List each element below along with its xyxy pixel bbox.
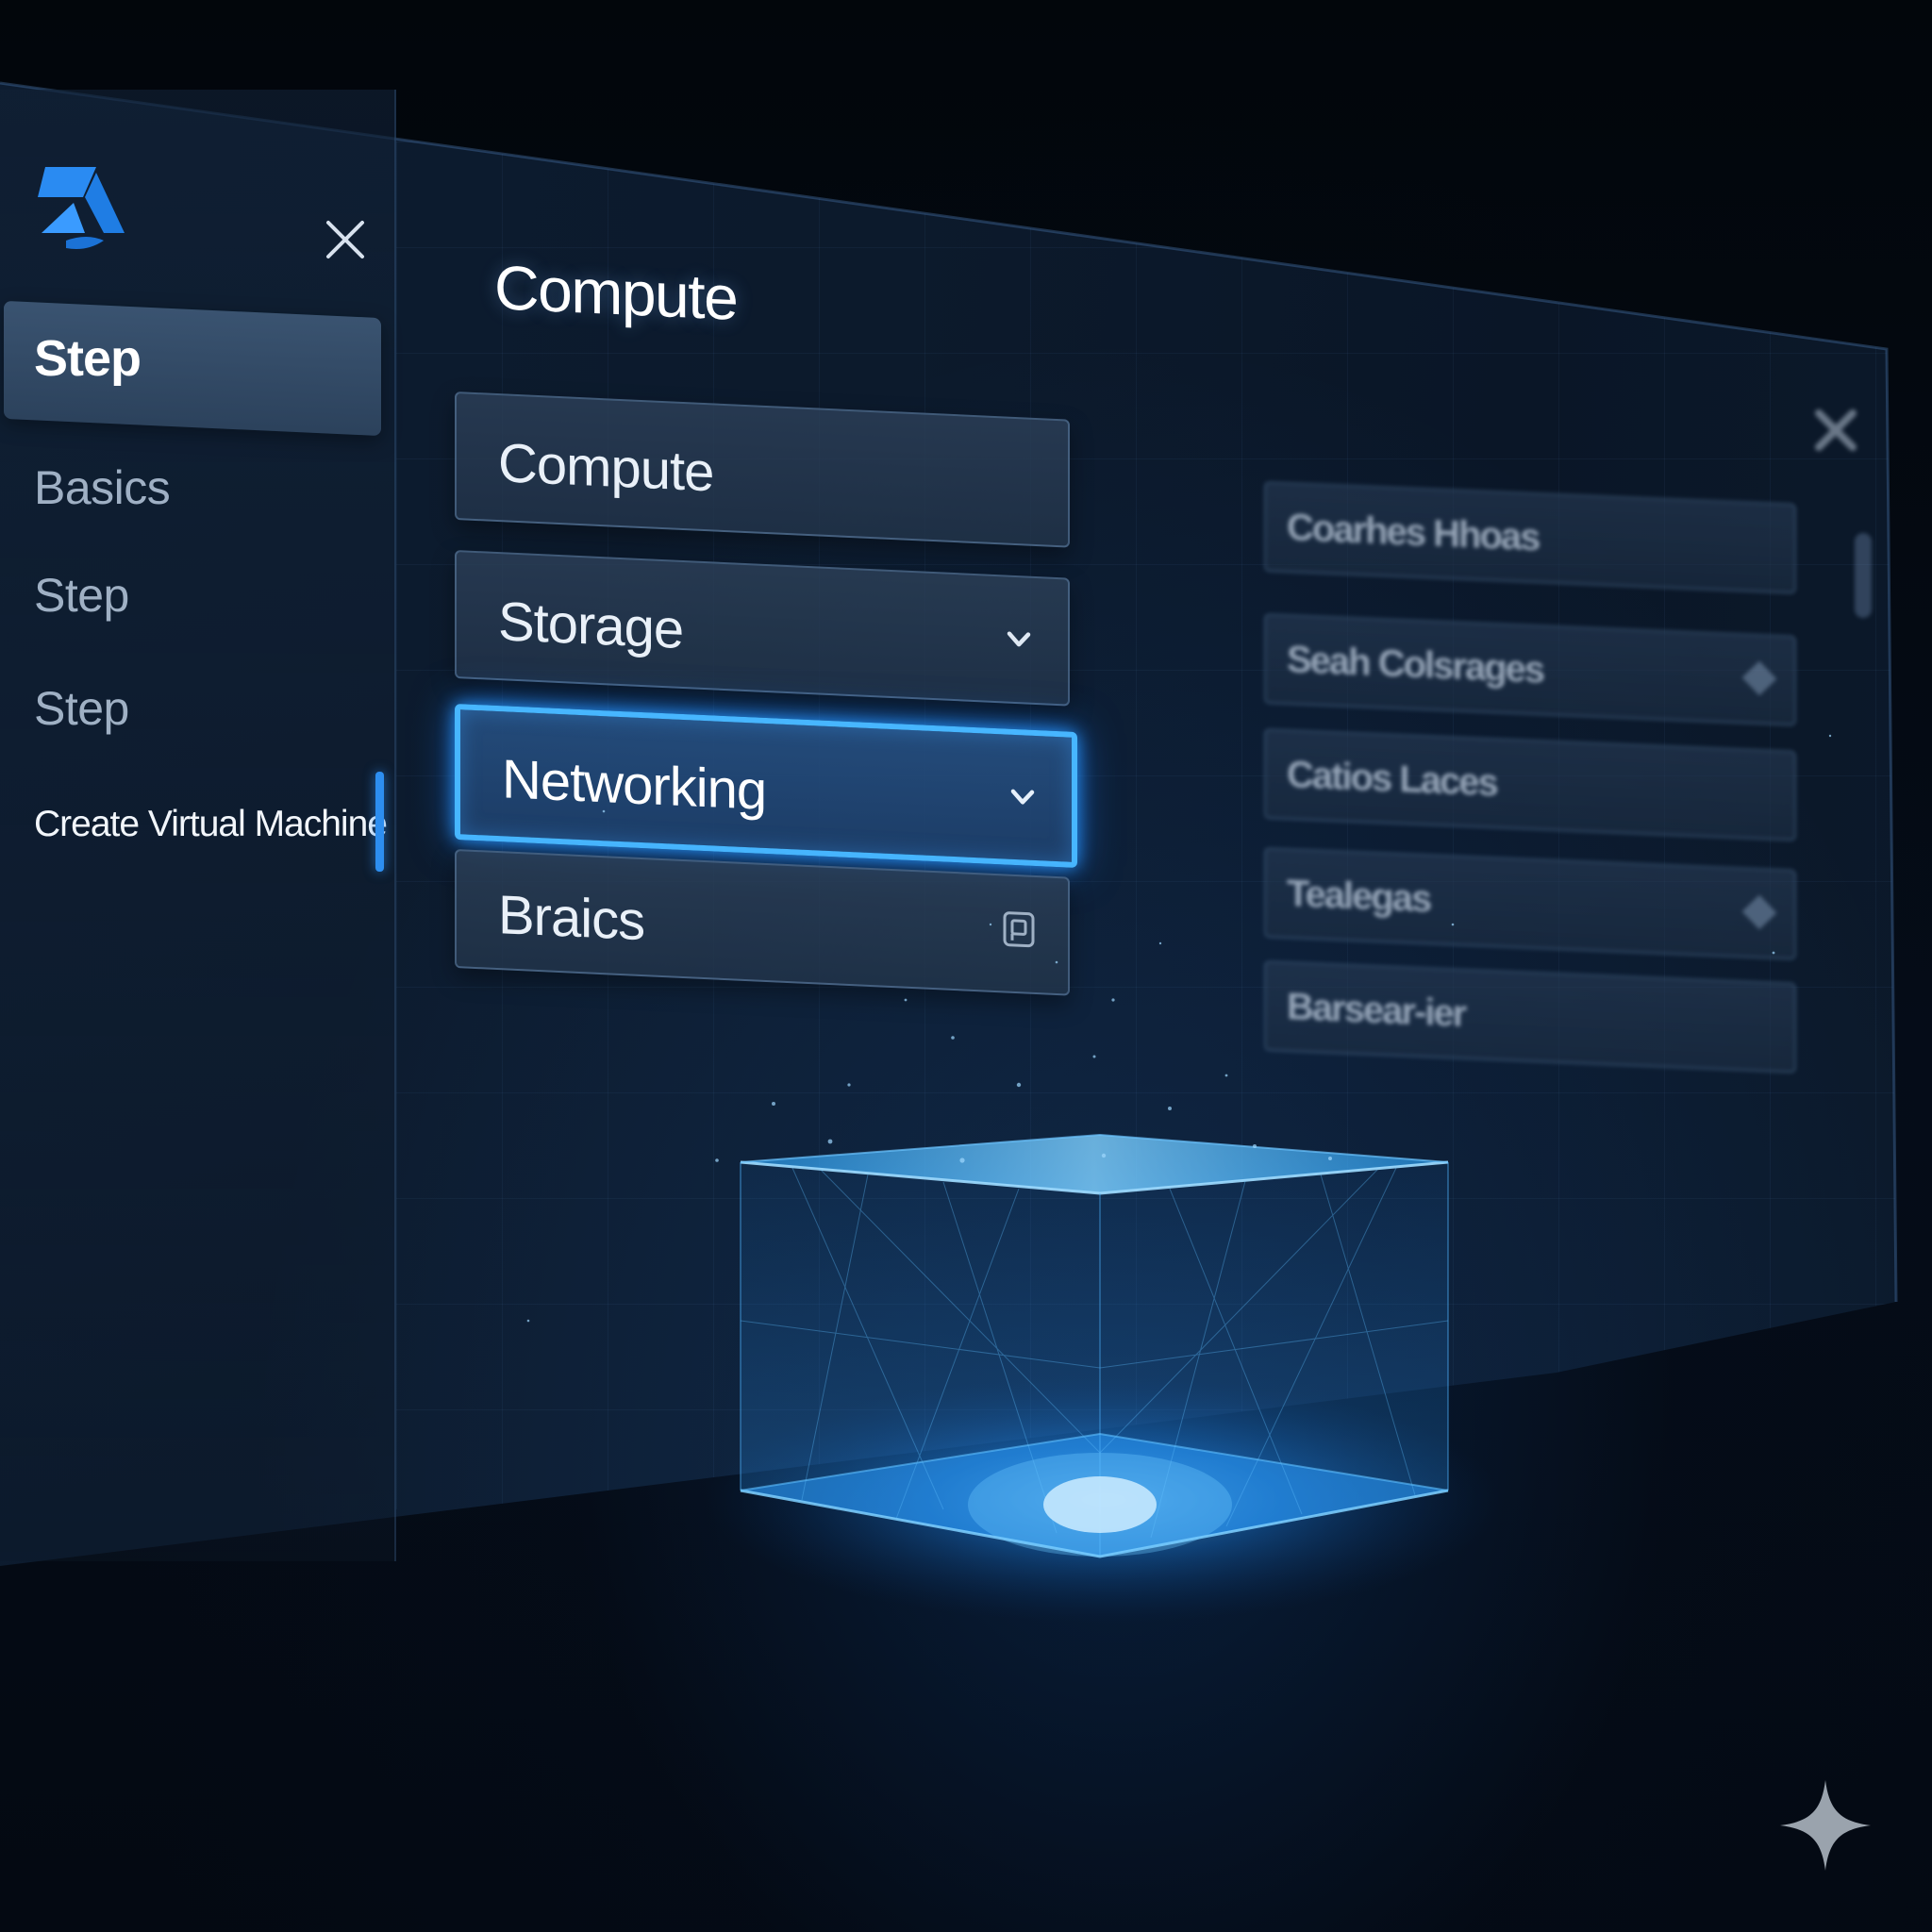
details-field-label: Coarhes Hhoas bbox=[1287, 507, 1540, 559]
sparkle-icon bbox=[1780, 1780, 1871, 1871]
details-field[interactable]: Tealegas bbox=[1264, 847, 1796, 960]
close-icon[interactable] bbox=[1809, 404, 1862, 457]
option-label: Storage bbox=[498, 591, 684, 660]
details-field-label: Seah Colsrages bbox=[1287, 639, 1544, 691]
option-label: Networking bbox=[502, 748, 767, 822]
square-icon bbox=[1003, 911, 1035, 948]
page-title: Compute bbox=[494, 252, 738, 333]
sidebar-item-step[interactable]: Step bbox=[34, 568, 129, 623]
details-field[interactable]: Seah Colsrages bbox=[1264, 613, 1796, 726]
option-networking[interactable]: Networking bbox=[455, 704, 1077, 868]
scrollbar[interactable] bbox=[1855, 533, 1872, 618]
details-field-label: Tealegas bbox=[1287, 873, 1431, 921]
current-step-indicator bbox=[375, 772, 384, 872]
sidebar-item-step[interactable]: Step bbox=[34, 681, 129, 736]
option-label: Compute bbox=[498, 432, 714, 504]
details-field-label: Catios Laces bbox=[1287, 754, 1497, 805]
close-icon[interactable] bbox=[321, 215, 370, 264]
chevron-down-icon bbox=[1010, 789, 1035, 805]
azure-logo-icon[interactable] bbox=[38, 165, 127, 259]
dropdown-icon bbox=[1741, 660, 1777, 696]
hologram-cube-illustration bbox=[708, 1133, 1500, 1623]
chevron-down-icon bbox=[1007, 631, 1031, 647]
scene: Step Basics Step Step Create Virtual Mac… bbox=[0, 0, 1932, 1932]
sidebar-item-label: Step bbox=[34, 329, 142, 387]
sidebar-item-basics[interactable]: Basics bbox=[34, 460, 171, 515]
sidebar-item-create-virtual-machine[interactable]: Create Virtual Machine bbox=[34, 804, 388, 845]
details-field-label: Barsear-ier bbox=[1287, 986, 1466, 1035]
dropdown-icon bbox=[1741, 894, 1777, 930]
details-panel: Coarhes Hhoas Seah Colsrages Catios Lace… bbox=[1264, 481, 1802, 1074]
option-label: Braics bbox=[498, 884, 645, 953]
details-field[interactable]: Catios Laces bbox=[1264, 728, 1796, 841]
details-field[interactable]: Coarhes Hhoas bbox=[1264, 481, 1796, 594]
sidebar-item-step-active[interactable]: Step bbox=[4, 300, 381, 437]
